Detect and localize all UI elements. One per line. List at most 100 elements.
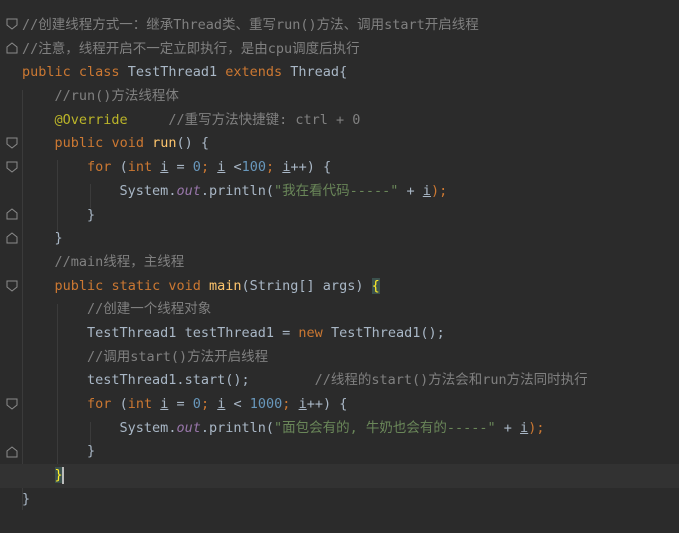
code-line: }	[22, 227, 679, 251]
brace: }	[87, 206, 96, 223]
code-line: //创建一个线程对象	[22, 298, 679, 322]
fold-collapse-icon[interactable]	[6, 18, 18, 30]
comment: //调用start()方法开启线程	[87, 348, 269, 365]
string-literal: "我在看代码-----"	[274, 182, 399, 199]
fold-collapse-icon[interactable]	[6, 161, 18, 173]
method-name: main	[209, 277, 242, 294]
comment: //注意，线程开启不一定立即执行，是由cpu调度后执行	[22, 40, 360, 57]
comment: //重写方法快捷键: ctrl + 0	[168, 111, 361, 128]
variable: i	[160, 159, 169, 176]
keyword: new	[298, 324, 323, 341]
code-line: System.out.println("我在看代码-----" + i);	[22, 180, 679, 204]
comment: //线程的start()方法会和run方法同时执行	[314, 372, 588, 389]
code-text: (String[] args)	[241, 277, 372, 294]
code-text: <	[233, 396, 242, 412]
fold-end-icon[interactable]	[6, 446, 18, 458]
comment: //main线程，主线程	[54, 253, 185, 270]
keyword: class	[78, 64, 120, 81]
number: 0	[192, 396, 201, 412]
code-text: (	[119, 159, 128, 176]
code-line: //注意，线程开启不一定立即执行，是由cpu调度后执行	[22, 38, 679, 62]
code-line: for (int i = 0; i < 1000; i++) {	[22, 393, 679, 417]
code-text: () {	[176, 135, 209, 152]
fold-collapse-icon[interactable]	[6, 137, 18, 149]
fold-end-icon[interactable]	[6, 232, 18, 244]
comment: //run()方法线程体	[54, 88, 179, 105]
keyword: for	[87, 396, 112, 412]
semicolon: ;	[200, 159, 210, 176]
code-text: =	[176, 159, 185, 176]
number: 0	[192, 159, 201, 176]
code-line: testThread1.start(); //线程的start()方法会和run…	[22, 369, 679, 393]
comment: //创建一个线程对象	[87, 301, 212, 318]
variable: i	[422, 182, 431, 199]
text-caret	[61, 466, 64, 484]
keyword: void	[168, 277, 201, 294]
brace: }	[22, 490, 31, 507]
variable: i	[160, 396, 169, 412]
code-text: System.	[119, 182, 177, 199]
number: 1000	[249, 396, 283, 412]
semicolon: ;	[282, 396, 291, 412]
brace: {	[339, 64, 348, 81]
code-text: testThread1.start();	[87, 372, 250, 389]
code-text: +	[495, 419, 521, 436]
method-name: run	[152, 135, 177, 152]
brace: }	[87, 443, 96, 460]
fold-collapse-icon[interactable]	[6, 280, 18, 292]
code-line: //创建线程方式一：继承Thread类、重写run()方法、调用start开启线…	[22, 14, 679, 38]
code-text: );	[430, 182, 448, 199]
fold-end-icon[interactable]	[6, 42, 18, 54]
code-text: +	[398, 182, 423, 199]
number: 100	[241, 159, 267, 176]
brace: }	[54, 230, 63, 247]
variable: testThread1	[184, 324, 274, 341]
keyword: static	[111, 277, 161, 294]
code-text: =	[176, 396, 185, 412]
keyword: public	[54, 135, 104, 152]
code-line: for (int i = 0; i <100; i++) {	[22, 156, 679, 180]
code-line: }	[22, 440, 679, 464]
code-text: (	[119, 396, 128, 412]
type-name: TestThread1	[87, 324, 177, 341]
super-class-name: Thread	[290, 64, 340, 81]
code-line: public static void main(String[] args) {	[22, 275, 679, 299]
code-line: TestThread1 testThread1 = new TestThread…	[22, 322, 679, 346]
code-text: );	[528, 419, 545, 436]
code-line: //run()方法线程体	[22, 85, 679, 109]
code-line: }	[22, 204, 679, 228]
keyword: public	[22, 64, 71, 81]
constructor: TestThread1	[330, 324, 421, 341]
static-field: out	[176, 419, 201, 436]
code-text: ++) {	[306, 396, 348, 412]
annotation: @Override	[54, 111, 128, 128]
fold-end-icon[interactable]	[6, 208, 18, 220]
variable: i	[520, 419, 529, 436]
matched-brace: {	[371, 277, 380, 294]
variable: i	[298, 396, 307, 412]
static-field: out	[176, 182, 201, 199]
fold-collapse-icon[interactable]	[6, 398, 18, 410]
code-text: ++) {	[290, 159, 332, 176]
keyword: for	[87, 159, 112, 176]
code-text: <	[233, 159, 242, 176]
code-text: ();	[420, 324, 445, 341]
code-text: =	[282, 324, 291, 341]
keyword: int	[127, 396, 153, 412]
code-area[interactable]: //创建线程方式一：继承Thread类、重写run()方法、调用start开启线…	[0, 14, 679, 511]
semicolon: ;	[200, 396, 210, 412]
variable: i	[217, 396, 226, 412]
string-literal: "面包会有的, 牛奶也会有的-----"	[274, 419, 496, 436]
code-line: @Override //重写方法快捷键: ctrl + 0	[22, 109, 679, 133]
code-editor[interactable]: //创建线程方式一：继承Thread类、重写run()方法、调用start开启线…	[0, 0, 679, 533]
variable: i	[217, 159, 226, 176]
code-line: public void run() {	[22, 132, 679, 156]
keyword: void	[111, 135, 144, 152]
code-text: .println(	[200, 182, 274, 199]
current-line: }	[0, 464, 679, 488]
code-line: public class TestThread1 extends Thread{	[22, 61, 679, 85]
keyword: int	[127, 159, 153, 176]
code-line: //调用start()方法开启线程	[22, 346, 679, 370]
code-line: //main线程，主线程	[22, 251, 679, 275]
code-text: .println(	[200, 419, 274, 436]
